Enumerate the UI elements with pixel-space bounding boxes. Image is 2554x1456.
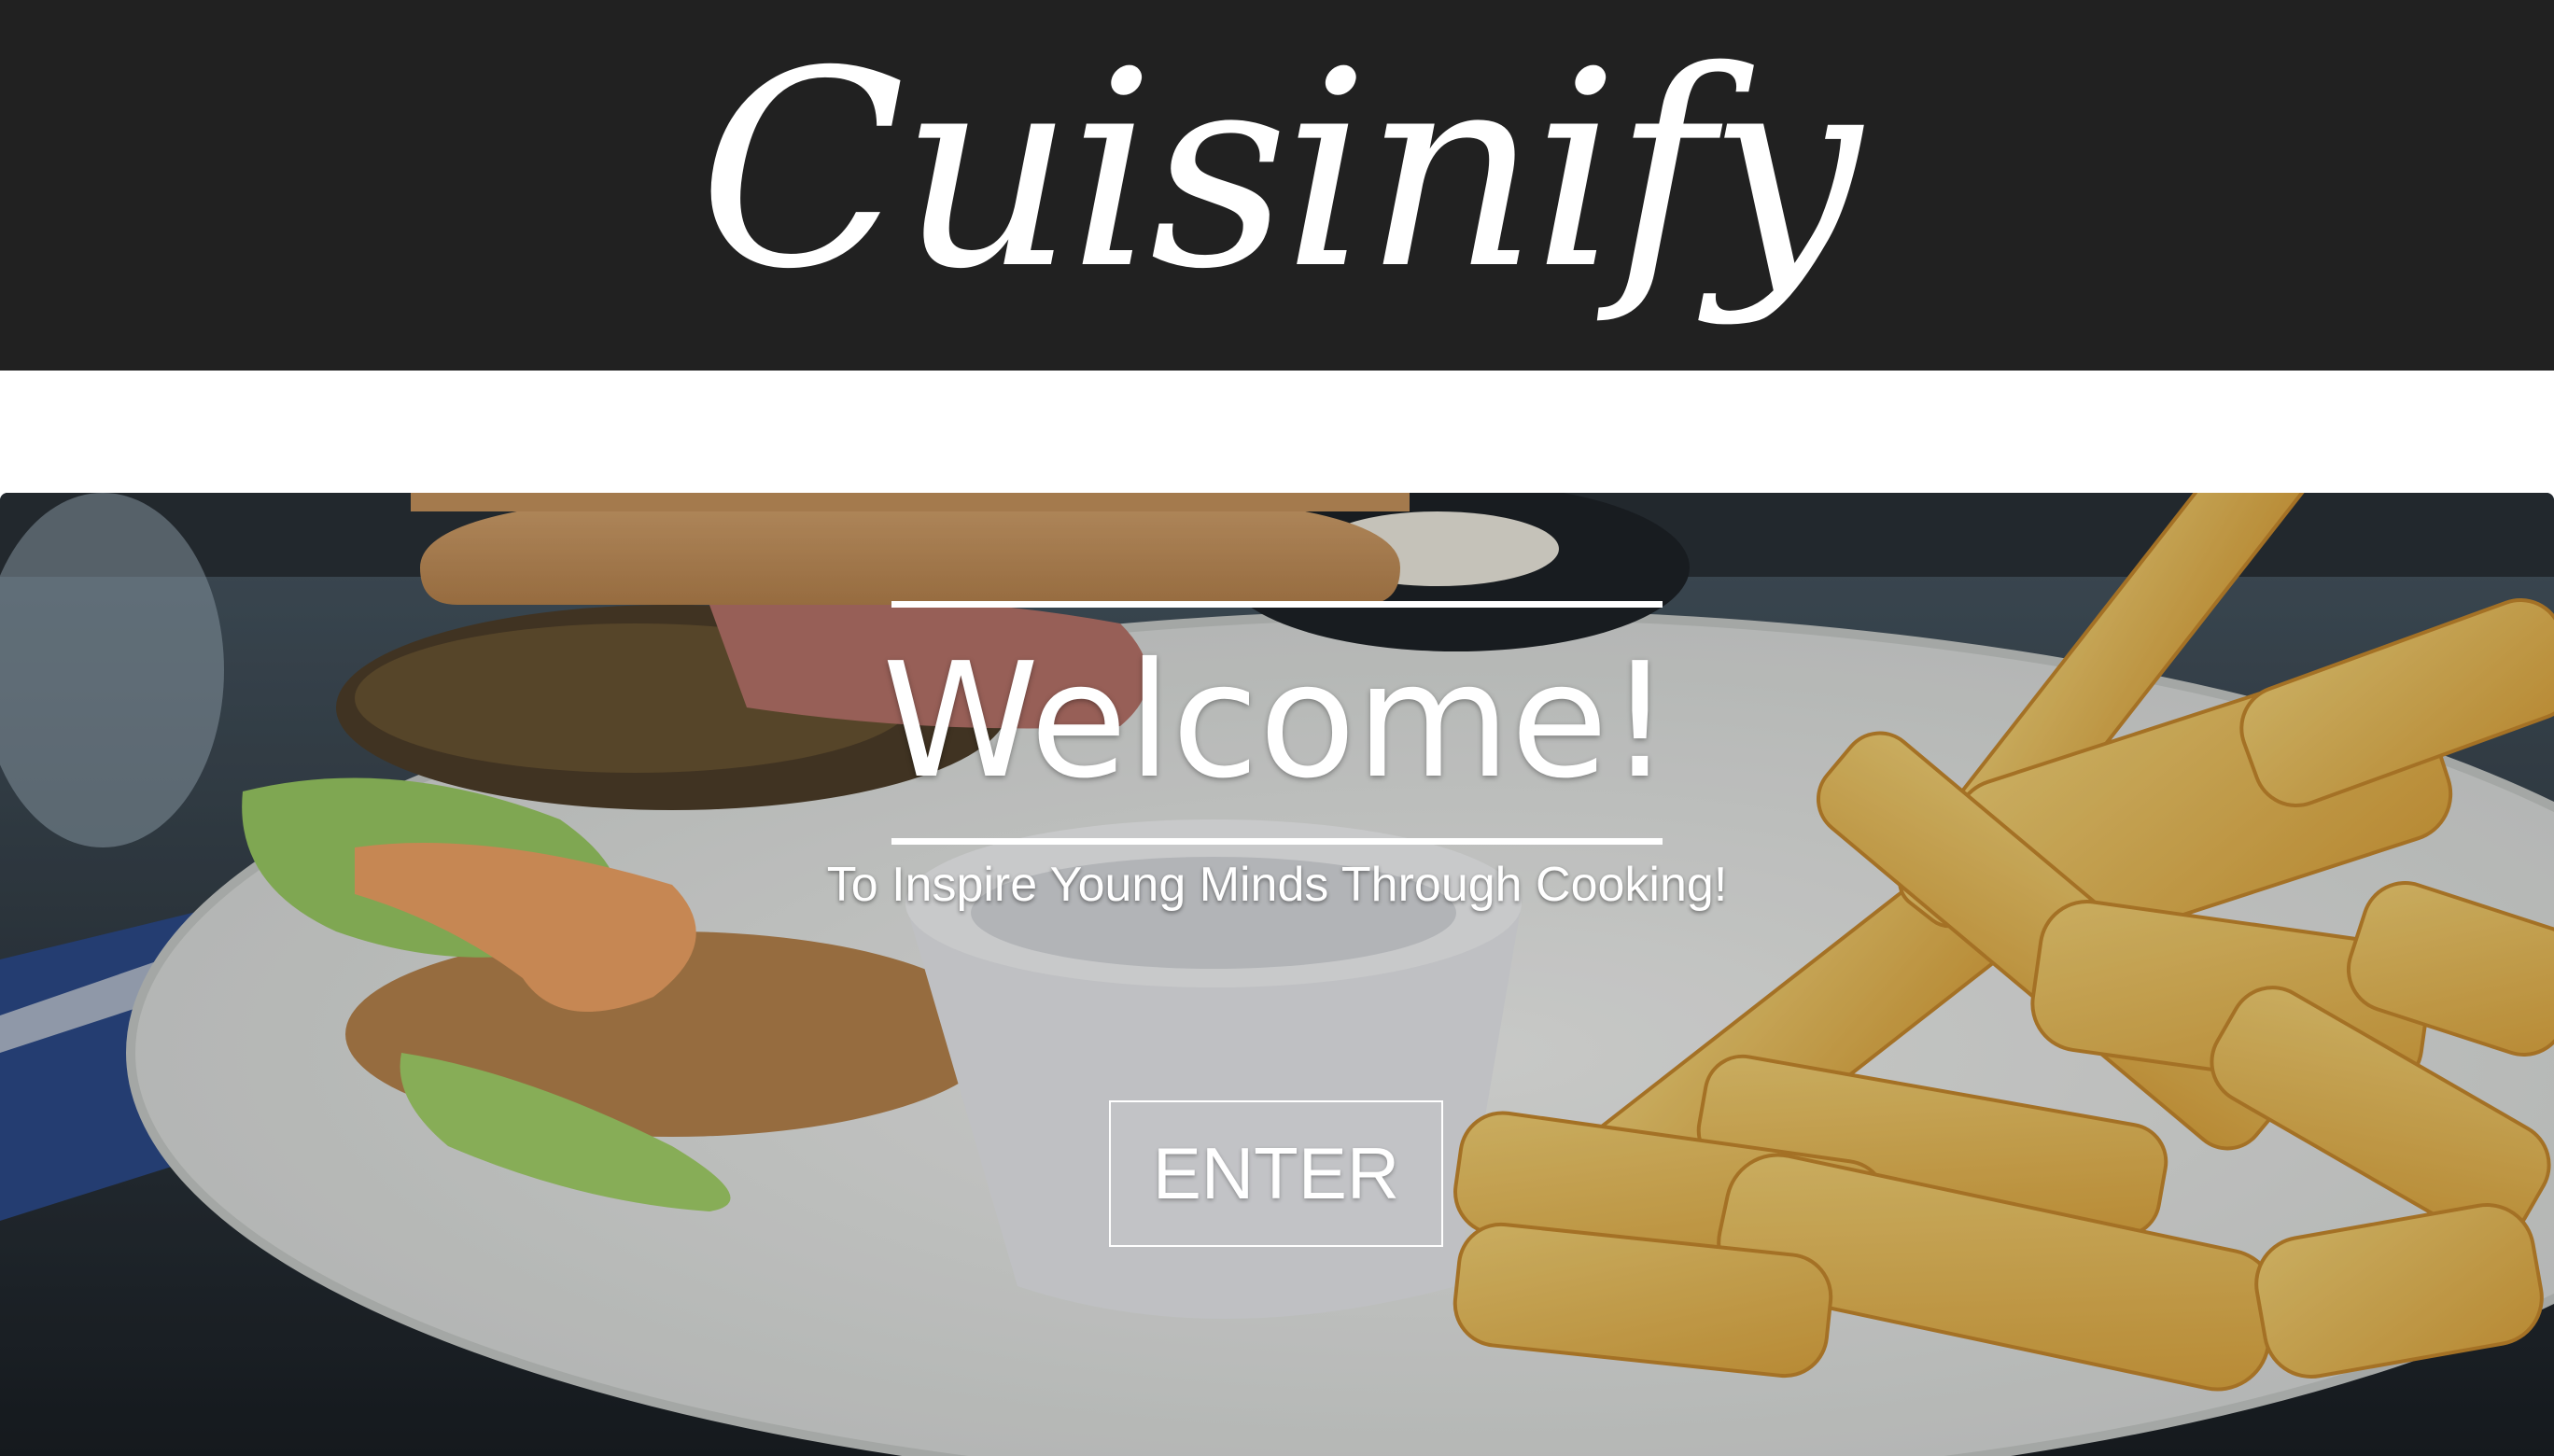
hero-content: Welcome! To Inspire Young Minds Through … [0, 493, 2554, 1456]
site-header: Cuisinify [0, 0, 2554, 371]
hero-section: Welcome! To Inspire Young Minds Through … [0, 493, 2554, 1456]
header-spacer [0, 371, 2554, 493]
title-rule-bottom [891, 838, 1663, 845]
welcome-title: Welcome! [882, 629, 1672, 814]
tagline: To Inspire Young Minds Through Cooking! [826, 858, 1728, 912]
enter-button[interactable]: ENTER [1109, 1100, 1443, 1247]
title-rule-top [891, 601, 1663, 608]
brand-logo[interactable]: Cuisinify [698, 35, 1861, 307]
